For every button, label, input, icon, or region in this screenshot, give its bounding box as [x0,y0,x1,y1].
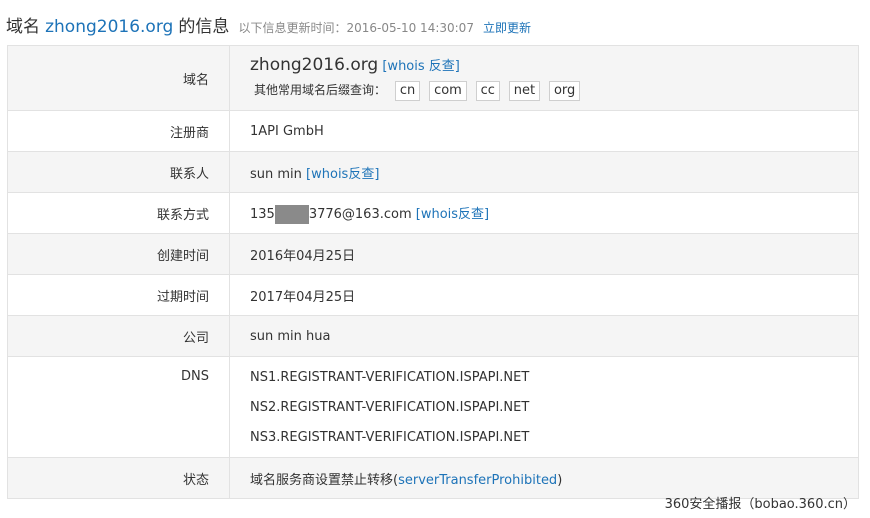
redaction-block [274,204,309,224]
label-company: 公司 [7,315,230,357]
row-created: 创建时间 2016年04月25日 [7,233,859,275]
suffix-org-button[interactable]: org [548,81,581,101]
value-email: 135 3776@163.com [whois反查] [229,192,859,234]
suffix-cc-button[interactable]: cc [475,81,500,101]
header-suffix: 的信息 [178,17,230,37]
value-contact: sun min [whois反查] [229,151,859,193]
contact-whois-link[interactable]: [whois反查] [306,167,379,182]
label-contact: 联系人 [7,151,230,193]
row-email: 联系方式 135 3776@163.com [whois反查] [7,192,859,234]
suffix-cn-button[interactable]: cn [394,81,421,101]
value-expires: 2017年04月25日 [229,274,859,316]
suffix-query: 其他常用域名后缀查询： cn com cc net org [250,81,857,101]
email-whois-link[interactable]: [whois反查] [416,207,489,222]
whois-info-table: 域名 zhong2016.org [whois 反查] 其他常用域名后缀查询： … [7,45,859,499]
label-expires: 过期时间 [7,274,230,316]
domain-whois-link[interactable]: [whois 反查] [382,59,460,74]
email-suffix: 3776@163.com [308,206,412,222]
label-created: 创建时间 [7,233,230,275]
row-registrar: 注册商 1API GmbH [7,110,859,152]
value-created: 2016年04月25日 [229,233,859,275]
dns-server: NS2.REGISTRANT-VERIFICATION.ISPAPI.NET [250,400,530,415]
value-domain: zhong2016.org [whois 反查] 其他常用域名后缀查询： cn … [229,45,859,111]
status-code-link[interactable]: serverTransferProhibited [398,473,557,488]
status-prefix: 域名服务商设置禁止转移( [250,472,399,488]
contact-name: sun min [250,166,302,182]
row-dns: DNS NS1.REGISTRANT-VERIFICATION.ISPAPI.N… [7,356,859,458]
label-email: 联系方式 [7,192,230,234]
page-header: 域名 zhong2016.org 的信息 以下信息更新时间：2016-05-10… [6,12,531,42]
row-company: 公司 sun min hua [7,315,859,357]
label-dns: DNS [7,356,230,458]
suffix-com-button[interactable]: com [429,81,467,101]
header-domain: zhong2016.org [45,17,174,37]
row-expires: 过期时间 2017年04月25日 [7,274,859,316]
row-domain: 域名 zhong2016.org [whois 反查] 其他常用域名后缀查询： … [7,45,859,111]
label-status: 状态 [7,457,230,499]
suffix-net-button[interactable]: net [508,81,541,101]
update-now-link[interactable]: 立即更新 [483,21,531,35]
label-domain: 域名 [7,45,230,111]
dns-server: NS3.REGISTRANT-VERIFICATION.ISPAPI.NET [250,430,530,445]
label-registrar: 注册商 [7,110,230,152]
value-dns: NS1.REGISTRANT-VERIFICATION.ISPAPI.NET N… [229,356,859,458]
row-contact: 联系人 sun min [whois反查] [7,151,859,193]
status-suffix: ) [557,472,563,488]
dns-server: NS1.REGISTRANT-VERIFICATION.ISPAPI.NET [250,370,530,385]
suffix-query-label: 其他常用域名后缀查询： [254,83,387,97]
email-prefix: 135 [250,206,275,222]
value-company: sun min hua [229,315,859,357]
value-registrar: 1API GmbH [229,110,859,152]
update-time-text: 以下信息更新时间：2016-05-10 14:30:07 [238,21,474,35]
header-prefix: 域名 [6,17,40,37]
domain-name: zhong2016.org [250,55,379,75]
watermark: 360安全播报（bobao.360.cn） [664,497,856,512]
